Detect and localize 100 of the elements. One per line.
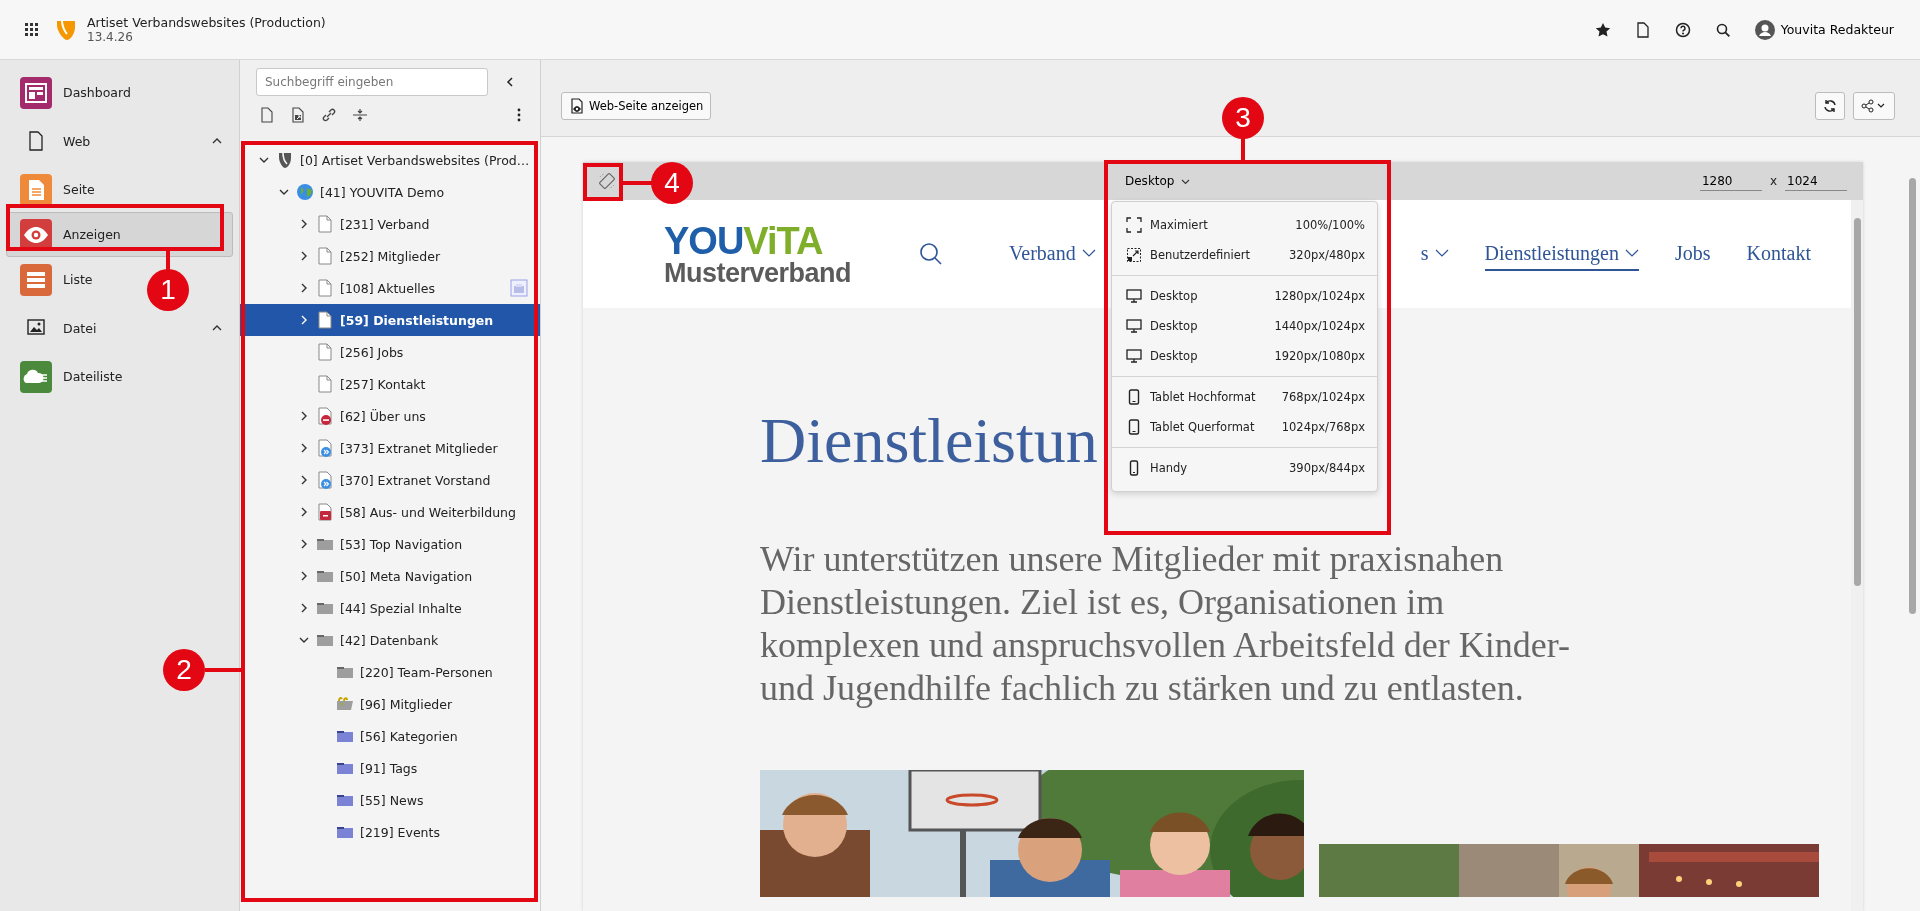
tree-item-label: [91] Tags xyxy=(360,760,419,776)
page-heading: Dienstleistun xyxy=(760,406,1098,477)
monitor-icon xyxy=(1126,288,1142,304)
module-group[interactable]: Web xyxy=(6,115,233,167)
page-eye-icon xyxy=(569,98,585,114)
tree-item[interactable]: [220] Team-Personen xyxy=(240,656,540,688)
tree-item-label: [257] Kontakt xyxy=(340,376,427,392)
tree-item-label: [231] Verband xyxy=(340,216,431,232)
logo-text: YOU xyxy=(664,219,744,262)
divider-icon xyxy=(352,107,368,123)
tree-item-label: [42] Datenbank xyxy=(340,632,440,648)
share-button[interactable] xyxy=(1853,92,1895,120)
chevron-down-icon xyxy=(259,155,269,165)
tree-item-label: [50] Meta Navigation xyxy=(340,568,474,584)
more-icon xyxy=(517,108,521,122)
rotate-device-icon xyxy=(598,172,616,190)
device-dropdown[interactable]: Desktop xyxy=(1121,170,1194,192)
tree-item[interactable]: [44] Spezial Inhalte xyxy=(240,592,540,624)
tree-item[interactable]: [256] Jobs xyxy=(240,336,540,368)
chevron-right-icon xyxy=(299,507,309,517)
tree-item-label: [252] Mitglieder xyxy=(340,248,442,264)
nav-link[interactable]: Verband xyxy=(1009,237,1096,271)
module-item[interactable]: Dashboard xyxy=(6,70,233,115)
tablet-icon xyxy=(1126,389,1142,405)
chevron-right-icon xyxy=(299,539,309,549)
tree-item[interactable]: [108] Aktuelles xyxy=(240,272,540,304)
page-icon xyxy=(316,311,334,329)
tree-item-label: [41] YOUVITA Demo xyxy=(320,184,446,200)
chevron-right-icon xyxy=(299,603,309,613)
tree-item-label: [108] Aktuelles xyxy=(340,280,437,296)
chevron-right-icon xyxy=(299,571,309,581)
share-icon xyxy=(1861,99,1887,113)
app-menu-button[interactable] xyxy=(22,20,41,39)
tree-item[interactable]: [231] Verband xyxy=(240,208,540,240)
tree-item[interactable]: [252] Mitglieder xyxy=(240,240,540,272)
device-option[interactable]: Handy 390px/844px xyxy=(1112,453,1377,483)
tree-item[interactable]: [56] Kategorien xyxy=(240,720,540,752)
nav-link[interactable]: Dienstleistungen xyxy=(1484,237,1639,271)
tree-item[interactable]: [373] Extranet Mitglieder xyxy=(240,432,540,464)
device-option[interactable]: Maximiert 100%/100% xyxy=(1112,210,1377,240)
device-option[interactable]: Desktop 1920px/1080px xyxy=(1112,341,1377,371)
page-icon xyxy=(316,375,334,393)
tree-item[interactable]: [42] Datenbank xyxy=(240,624,540,656)
view-page-button[interactable]: Web-Seite anzeigen xyxy=(561,92,712,120)
tree-item[interactable]: [0] Artiset Verbandswebsites (Prod… xyxy=(240,144,540,176)
search-icon xyxy=(1714,21,1731,38)
image-icon xyxy=(27,318,45,338)
device-option[interactable]: Tablet Querformat 1024px/768px xyxy=(1112,412,1377,442)
device-option[interactable]: Desktop 1280px/1024px xyxy=(1112,281,1377,311)
star-icon xyxy=(1594,21,1611,38)
tree-item[interactable]: [96] Mitglieder xyxy=(240,688,540,720)
tree-item[interactable]: [58] Aus- und Weiterbildung xyxy=(240,496,540,528)
chevron-right-icon xyxy=(299,219,309,229)
nav-link[interactable]: Kontakt xyxy=(1746,237,1811,271)
module-item[interactable]: Seite xyxy=(6,167,233,212)
refresh-icon xyxy=(1823,99,1837,113)
device-option[interactable]: Benutzerdefiniert 320px/480px xyxy=(1112,240,1377,270)
tree-item-label: [62] Über uns xyxy=(340,408,427,424)
tree-item[interactable]: [53] Top Navigation xyxy=(240,528,540,560)
chevron-right-icon xyxy=(299,315,309,325)
tree-item[interactable]: [219] Events xyxy=(240,816,540,848)
page-arrow-icon xyxy=(316,471,334,489)
page-icon xyxy=(316,343,334,361)
tree-item[interactable]: [257] Kontakt xyxy=(240,368,540,400)
chevron-left-icon xyxy=(505,77,515,87)
page-icon xyxy=(316,279,334,297)
chevron-down-icon xyxy=(299,635,309,645)
tree-item[interactable]: [55] News xyxy=(240,784,540,816)
maximize-icon xyxy=(1126,217,1142,233)
nav-link[interactable]: s xyxy=(1420,237,1449,271)
tree-item-label: [96] Mitglieder xyxy=(360,696,454,712)
tree-item[interactable]: [41] YOUVITA Demo xyxy=(240,176,540,208)
width-field[interactable]: 1280 xyxy=(1699,171,1762,191)
module-item[interactable]: Dateiliste xyxy=(6,354,233,399)
link-icon xyxy=(321,107,337,123)
height-field[interactable]: 1024 xyxy=(1785,171,1847,191)
page-icon xyxy=(27,131,45,151)
chevron-right-icon xyxy=(299,411,309,421)
tree-item[interactable]: [370] Extranet Vorstand xyxy=(240,464,540,496)
chevron-down-icon xyxy=(279,187,289,197)
chevron-right-icon xyxy=(299,283,309,293)
monitor-icon xyxy=(1126,318,1142,334)
tree-item-label: [56] Kategorien xyxy=(360,728,459,744)
search-icon xyxy=(919,242,944,266)
search-field[interactable]: Suchbegriff eingeben xyxy=(256,68,488,96)
tree-item[interactable]: [62] Über uns xyxy=(240,400,540,432)
size-separator: x xyxy=(1769,174,1777,188)
device-option[interactable]: Desktop 1440px/1024px xyxy=(1112,311,1377,341)
device-option[interactable]: Tablet Hochformat 768px/1024px xyxy=(1112,382,1377,412)
tree-item[interactable]: [50] Meta Navigation xyxy=(240,560,540,592)
page-icon xyxy=(1634,21,1651,38)
grid-icon xyxy=(25,23,38,36)
refresh-button[interactable] xyxy=(1815,92,1845,120)
page-icon xyxy=(259,107,275,123)
user-menu[interactable]: Youvita Redakteur xyxy=(1750,15,1898,44)
tree-item-label: [55] News xyxy=(360,792,425,808)
tree-item[interactable]: [91] Tags xyxy=(240,752,540,784)
page-icon xyxy=(316,215,334,233)
nav-link[interactable]: Jobs xyxy=(1675,237,1711,271)
tree-item[interactable]: [59] Dienstleistungen xyxy=(240,304,540,336)
